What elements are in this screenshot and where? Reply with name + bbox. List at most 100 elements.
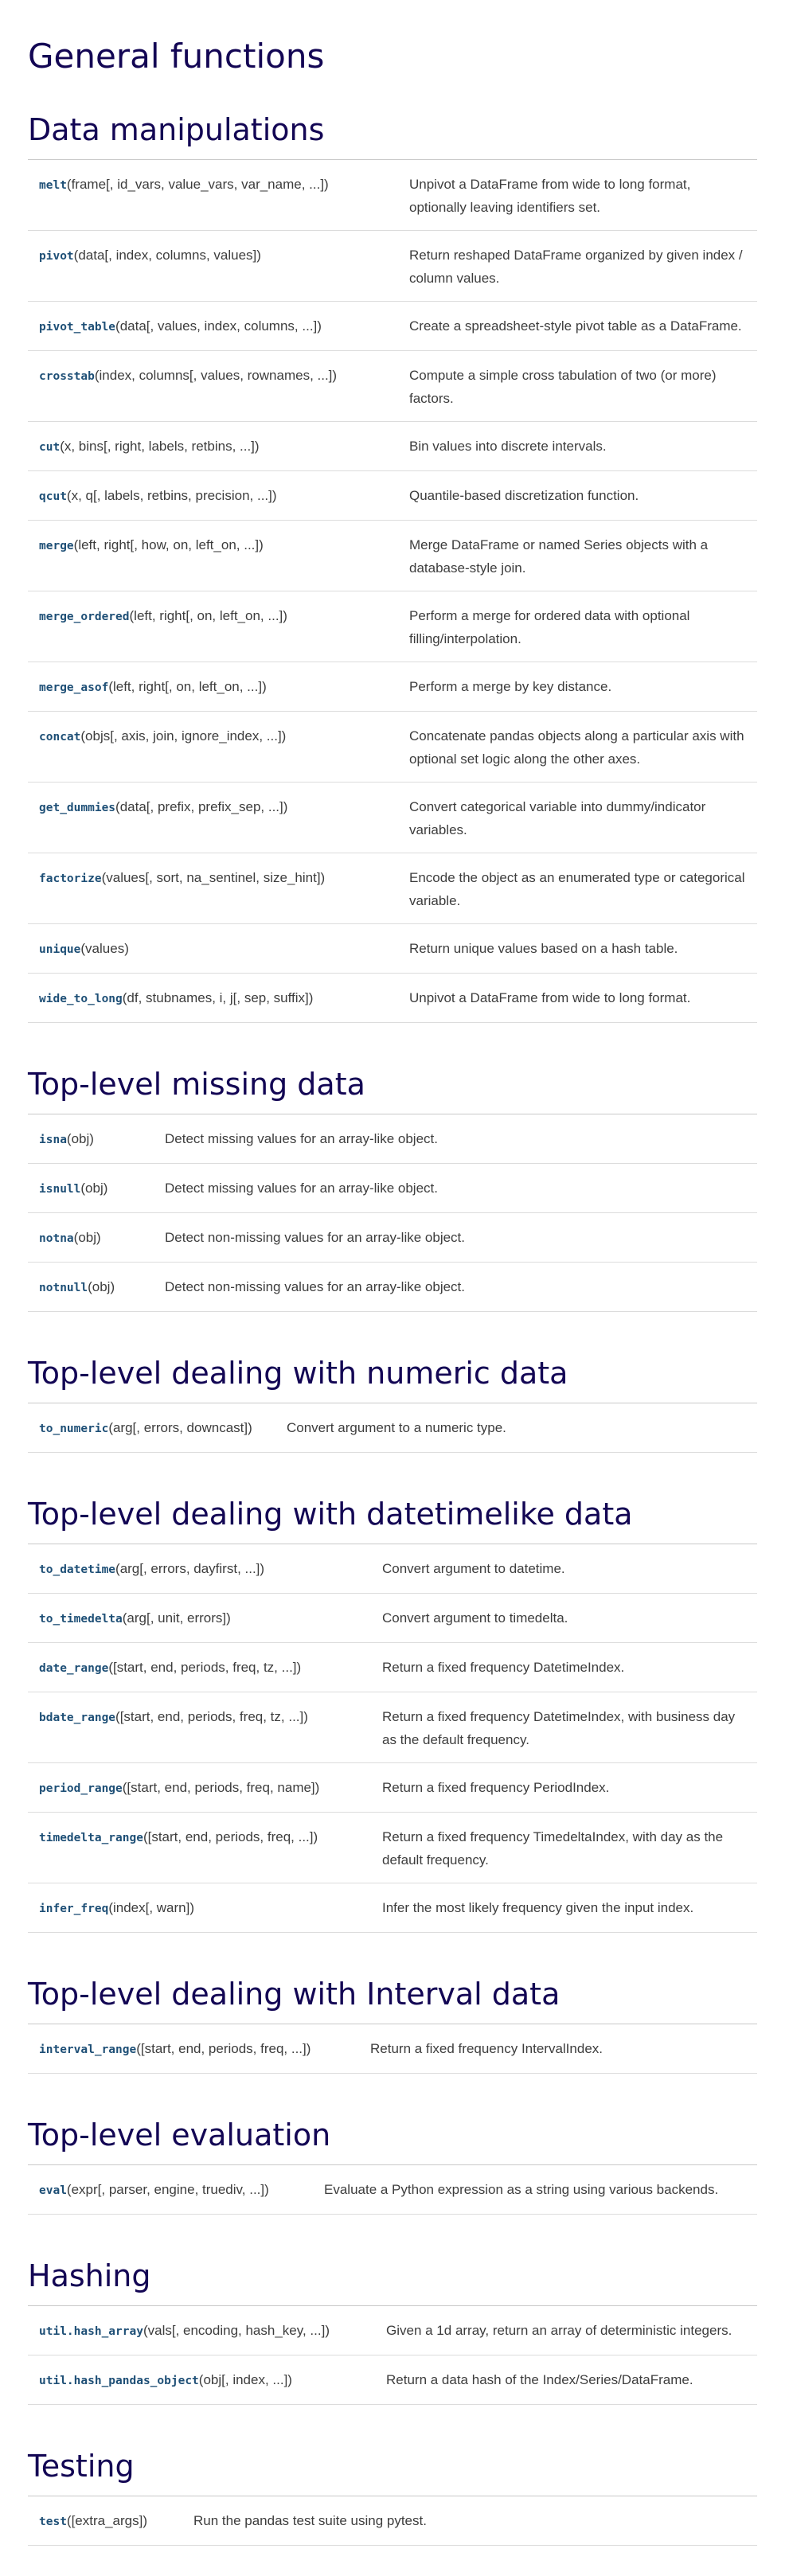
section-heading: Testing [28,2449,135,2484]
function-link[interactable]: to_datetime [39,1563,115,1576]
function-table: to_numeric(arg[, errors, downcast]) Conve… [28,1403,757,1453]
function-link[interactable]: unique [39,943,80,956]
table-row: util.hash_pandas_object(obj[, index, ...… [28,2355,757,2405]
function-description: Convert categorical variable into dummy/… [398,782,757,853]
function-arguments: ([extra_args]) [66,2513,148,2528]
function-arguments: (data[, index, columns, values]) [73,248,261,263]
function-link[interactable]: pivot_table [39,321,115,334]
function-description: Convert argument to timedelta. [371,1593,757,1643]
function-link[interactable]: merge_asof [39,681,108,694]
function-link[interactable]: qcut [39,490,67,503]
function-link[interactable]: merge_ordered [39,611,130,623]
function-link[interactable]: to_numeric [39,1423,108,1435]
function-link[interactable]: notna [39,1232,74,1245]
function-link[interactable]: isna [39,1134,67,1146]
function-signature: period_range([start, end, periods, freq,… [28,1762,371,1813]
function-arguments: (data[, prefix, prefix_sep, ...]) [115,799,288,814]
function-table: to_datetime(arg[, errors, dayfirst, ...]… [28,1544,757,1933]
function-link[interactable]: get_dummies [39,802,115,814]
function-description: Quantile-based discretization function. [398,470,757,521]
function-link[interactable]: util.hash_array [39,2325,143,2338]
sections-container: Data manipulations melt(frame[, id_vars, … [28,108,757,2546]
table-row: to_datetime(arg[, errors, dayfirst, ...]… [28,1544,757,1594]
function-link[interactable]: to_timedelta [39,1613,123,1626]
function-signature: concat(objs[, axis, join, ignore_index, … [28,711,398,783]
section-heading: Top-level dealing with numeric data [28,1356,568,1391]
function-signature: bdate_range([start, end, periods, freq, … [28,1692,371,1763]
table-row: eval(expr[, parser, engine, truediv, ...… [28,2164,757,2215]
function-description: Bin values into discrete intervals. [398,421,757,471]
function-description: Unpivot a DataFrame from wide to long fo… [398,973,757,1023]
function-arguments: (left, right[, on, left_on, ...]) [108,679,267,694]
function-link[interactable]: cut [39,441,60,454]
table-row: pivot_table(data[, values, index, column… [28,301,757,351]
function-link[interactable]: merge [39,540,74,552]
function-signature: date_range([start, end, periods, freq, t… [28,1642,371,1692]
function-arguments: (obj[, index, ...]) [198,2372,292,2387]
function-link[interactable]: factorize [39,872,102,885]
function-link[interactable]: timedelta_range [39,1832,143,1844]
function-signature: cut(x, bins[, right, labels, retbins, ..… [28,421,398,471]
function-signature: wide_to_long(df, stubnames, i, j[, sep, … [28,973,398,1023]
function-signature: pivot(data[, index, columns, values]) [28,230,398,302]
function-link[interactable]: date_range [39,1662,108,1675]
function-signature: unique(values) [28,923,398,974]
section: Top-level dealing with numeric data to_nu… [28,1352,757,1453]
function-link[interactable]: util.hash_pandas_object [39,2375,199,2387]
function-arguments: (values) [80,941,129,956]
function-link[interactable]: test [39,2516,67,2528]
function-link[interactable]: crosstab [39,370,95,383]
function-link[interactable]: wide_to_long [39,993,123,1005]
function-signature: eval(expr[, parser, engine, truediv, ...… [28,2164,313,2215]
function-link[interactable]: isnull [39,1183,80,1196]
function-link[interactable]: melt [39,179,67,192]
function-link[interactable]: infer_freq [39,1903,108,1915]
section-heading: Data manipulations [28,112,325,147]
table-row: test([extra_args]) Run the pandas test su… [28,2496,757,2546]
function-signature: notnull(obj) [28,1262,154,1312]
function-description: Infer the most likely frequency given th… [371,1883,757,1933]
function-description: Perform a merge for ordered data with op… [398,591,757,662]
table-row: bdate_range([start, end, periods, freq, … [28,1692,757,1763]
table-row: util.hash_array(vals[, encoding, hash_ke… [28,2305,757,2355]
function-description: Convert argument to a numeric type. [275,1403,757,1453]
function-table: isna(obj) Detect missing values for an ar… [28,1114,757,1312]
function-description: Perform a merge by key distance. [398,662,757,712]
table-row: get_dummies(data[, prefix, prefix_sep, .… [28,782,757,853]
function-arguments: (index[, warn]) [108,1900,195,1915]
table-row: cut(x, bins[, right, labels, retbins, ..… [28,421,757,471]
section: Data manipulations melt(frame[, id_vars, … [28,108,757,1023]
function-link[interactable]: period_range [39,1782,123,1795]
function-arguments: ([start, end, periods, freq, ...]) [136,2041,311,2056]
function-description: Convert argument to datetime. [371,1544,757,1594]
function-link[interactable]: notnull [39,1282,88,1294]
function-arguments: ([start, end, periods, freq, tz, ...]) [115,1709,308,1724]
table-row: infer_freq(index[, warn]) Infer the most … [28,1883,757,1933]
function-arguments: (obj) [66,1131,94,1146]
function-arguments: (left, right[, how, on, left_on, ...]) [73,537,264,552]
function-link[interactable]: interval_range [39,2043,136,2056]
function-arguments: (frame[, id_vars, value_vars, var_name, … [66,177,329,192]
function-signature: factorize(values[, sort, na_sentinel, si… [28,853,398,924]
function-arguments: (arg[, unit, errors]) [122,1610,231,1626]
table-row: to_timedelta(arg[, unit, errors]) Convert… [28,1593,757,1643]
function-signature: infer_freq(index[, warn]) [28,1883,371,1933]
function-table: melt(frame[, id_vars, value_vars, var_na… [28,159,757,1023]
function-table: eval(expr[, parser, engine, truediv, ...… [28,2164,757,2215]
function-link[interactable]: pivot [39,250,74,263]
function-arguments: (arg[, errors, dayfirst, ...]) [115,1561,265,1576]
table-row: crosstab(index, columns[, values, rownam… [28,350,757,422]
function-description: Return a data hash of the Index/Series/D… [375,2355,757,2405]
function-signature: to_numeric(arg[, errors, downcast]) [28,1403,275,1453]
function-link[interactable]: eval [39,2184,67,2197]
function-table: test([extra_args]) Run the pandas test su… [28,2496,757,2546]
function-arguments: (left, right[, on, left_on, ...]) [129,608,287,623]
table-row: isnull(obj) Detect missing values for an … [28,1163,757,1213]
function-signature: isna(obj) [28,1114,154,1164]
function-description: Run the pandas test suite using pytest. [182,2496,757,2546]
function-link[interactable]: concat [39,731,80,744]
function-link[interactable]: bdate_range [39,1711,115,1724]
table-row: notnull(obj) Detect non-missing values fo… [28,1262,757,1312]
page-content: General functions Data manipulations melt… [0,0,789,2546]
section-heading: Top-level missing data [28,1067,365,1102]
